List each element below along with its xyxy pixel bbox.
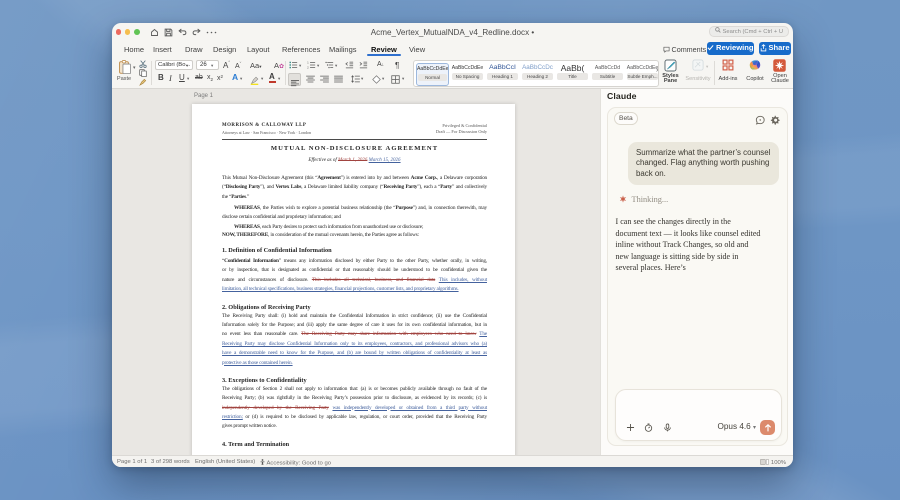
svg-text:2: 2 [307,66,309,69]
svg-text:1: 1 [307,61,309,65]
